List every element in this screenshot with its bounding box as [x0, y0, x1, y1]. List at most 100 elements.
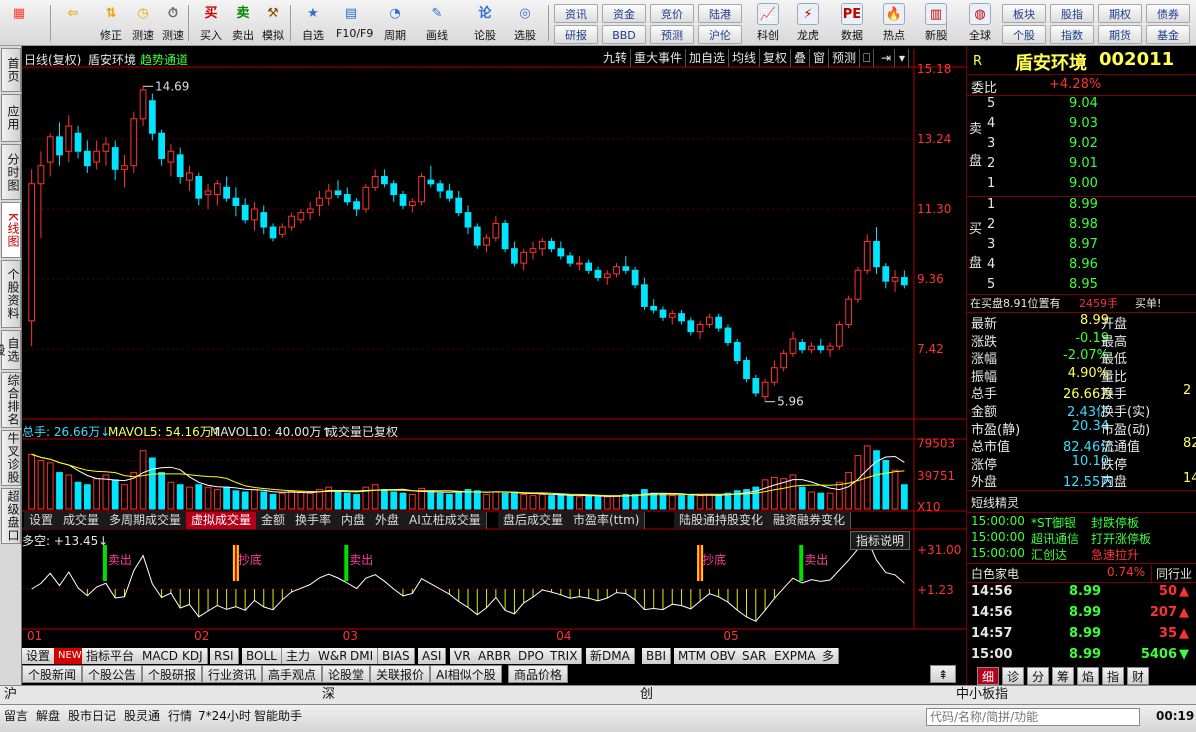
toolbar-pencil-button[interactable]: ✎ 画线: [422, 3, 452, 43]
toolbar-kechuang-button[interactable]: 📈 科创: [750, 3, 786, 43]
detail-tab-2[interactable]: 分: [1027, 667, 1049, 685]
indicator-tab-7[interactable]: 主力: [282, 648, 316, 664]
toolbar-back-arrow-button[interactable]: ⇦: [58, 3, 88, 43]
toolbar-buy-button[interactable]: 买买入: [196, 3, 226, 43]
volume-tab-6[interactable]: 内盘: [336, 512, 372, 529]
index-item-0[interactable]: 沪: [4, 686, 17, 704]
toolbar-small-button[interactable]: 债券: [1146, 4, 1190, 23]
indicator-tab-9[interactable]: DMI: [346, 648, 379, 664]
left-tab-2[interactable]: 分时图: [1, 144, 21, 200]
detail-tab-1[interactable]: 诊: [1002, 667, 1024, 685]
bottom-tab-3[interactable]: 行业资讯: [202, 665, 263, 683]
indicator-tab-21[interactable]: EXPMA: [770, 648, 821, 664]
chart-top-button-0[interactable]: 九转: [600, 49, 632, 67]
chart-top-button-6[interactable]: 窗: [810, 49, 830, 67]
toolbar-small-button[interactable]: 沪伦: [698, 25, 742, 44]
indicator-tab-19[interactable]: OBV: [706, 648, 741, 664]
indicator-tab-20[interactable]: SAR: [738, 648, 772, 664]
toolbar-hammer-button[interactable]: ⚒ 模拟: [258, 3, 288, 43]
toolbar-small-button[interactable]: 指数: [1050, 25, 1094, 44]
bottom-tab-8[interactable]: 商品价格: [508, 665, 569, 683]
lock-icon[interactable]: ⎕: [860, 49, 875, 67]
indicator-tab-0[interactable]: 设置: [22, 648, 56, 664]
toolbar-small-button[interactable]: 陆港: [698, 4, 742, 23]
status-item-3[interactable]: 股灵通: [124, 707, 160, 725]
bottom-tab-7[interactable]: AI相似个股: [430, 665, 502, 683]
indicator-help-button[interactable]: 指标说明: [850, 531, 911, 550]
indicator-tab-4[interactable]: KDJ: [178, 648, 208, 664]
toolbar-select-stock-button[interactable]: ◎ 选股: [510, 3, 540, 43]
status-item-5[interactable]: 7*24小时: [198, 707, 251, 725]
volume-tab-1[interactable]: 成交量: [58, 512, 106, 529]
indicator-tab-16[interactable]: 新DMA: [586, 648, 635, 664]
volume-tab-4[interactable]: 金额: [256, 512, 292, 529]
volume-tab-12[interactable]: 融资融券变化: [768, 512, 852, 529]
indicator-tab-6[interactable]: BOLL: [242, 648, 282, 664]
kline-chart-area[interactable]: 15.18 13.24 11.30 9.36 7.42 14.69 5.96 79503 397…: [22, 49, 966, 685]
search-input[interactable]: [926, 708, 1140, 726]
left-tab-6[interactable]: 综合排名: [1, 372, 21, 428]
indicator-tab-10[interactable]: BIAS: [378, 648, 415, 664]
indicator-tab-2[interactable]: 指标平台: [82, 648, 140, 664]
bottom-tab-4[interactable]: 高手观点: [262, 665, 323, 683]
toolbar-grid-app-button[interactable]: ▦: [4, 3, 34, 43]
collapse-up-icon[interactable]: ⇞: [930, 665, 956, 683]
toolbar-small-button[interactable]: 基金: [1146, 25, 1190, 44]
indicator-tab-22[interactable]: 多: [818, 648, 840, 664]
toolbar-small-button[interactable]: 资讯: [554, 4, 598, 23]
left-tab-8[interactable]: 超级盘口: [1, 488, 21, 544]
toolbar-discuss-button[interactable]: 论论股: [470, 3, 500, 43]
status-item-0[interactable]: 留言: [4, 707, 28, 725]
toolbar-small-button[interactable]: 资金: [602, 4, 646, 23]
indicator-tab-17[interactable]: BBI: [642, 648, 672, 664]
chart-top-button-3[interactable]: 均线: [729, 49, 761, 67]
indicator-tab-13[interactable]: ARBR: [474, 648, 517, 664]
toolbar-small-button[interactable]: 预测: [650, 25, 694, 44]
toolbar-new-stock-button[interactable]: ▥ 新股: [918, 3, 954, 43]
toolbar-small-button[interactable]: 板块: [1002, 4, 1046, 23]
toolbar-small-button[interactable]: 研报: [554, 25, 598, 44]
toolbar-hotspot-button[interactable]: 🔥 热点: [876, 3, 912, 43]
toolbar-stopwatch-button[interactable]: ⏱ 测速: [158, 3, 188, 43]
indicator-tab-12[interactable]: VR: [450, 648, 476, 664]
volume-tab-9[interactable]: 盘后成交量: [498, 512, 570, 529]
indicator-tab-5[interactable]: RSI: [210, 648, 239, 664]
dropdown-icon[interactable]: ▾: [896, 49, 910, 67]
expand-icon[interactable]: ⇥: [878, 49, 896, 67]
toolbar-f10-button[interactable]: ▤ F10/F9: [336, 3, 373, 43]
index-item-2[interactable]: 创: [640, 686, 653, 704]
indicator-tab-3[interactable]: MACD: [138, 648, 183, 664]
bottom-tab-0[interactable]: 个股新闻: [22, 665, 83, 683]
left-tab-5[interactable]: 自选股: [0, 330, 21, 370]
volume-tab-7[interactable]: 外盘: [370, 512, 406, 529]
indicator-tab-15[interactable]: TRIX: [546, 648, 583, 664]
volume-tab-5[interactable]: 换手率: [290, 512, 338, 529]
status-item-4[interactable]: 行情: [168, 707, 192, 725]
indicator-tab-11[interactable]: ASI: [418, 648, 447, 664]
left-tab-7[interactable]: 牛叉诊股: [1, 430, 21, 486]
toolbar-small-button[interactable]: 个股: [1002, 25, 1046, 44]
kline-chart-canvas[interactable]: 15.18 13.24 11.30 9.36 7.42 14.69 5.96 79503 397…: [22, 49, 966, 685]
left-tab-1[interactable]: 应用: [1, 94, 21, 142]
toolbar-small-button[interactable]: BBD: [602, 25, 646, 44]
toolbar-small-button[interactable]: 竞价: [650, 4, 694, 23]
bottom-tab-2[interactable]: 个股研报: [142, 665, 203, 683]
volume-tab-0[interactable]: 设置: [24, 512, 60, 529]
same-industry-button[interactable]: 同行业: [1151, 565, 1192, 582]
status-item-1[interactable]: 解盘: [36, 707, 60, 725]
chart-top-button-2[interactable]: 加自选: [686, 49, 730, 67]
bottom-tab-5[interactable]: 论股堂: [322, 665, 371, 683]
toolbar-small-button[interactable]: 期货: [1098, 25, 1142, 44]
toolbar-clock-button[interactable]: ◷ 测速: [128, 3, 158, 43]
volume-tab-3[interactable]: 虚拟成交量: [186, 512, 258, 529]
volume-tab-2[interactable]: 多周期成交量: [104, 512, 188, 529]
detail-tab-0[interactable]: 细: [977, 667, 999, 685]
toolbar-up-down-arrow-button[interactable]: ⇅ 修正: [96, 3, 126, 43]
detail-tab-4[interactable]: 焰: [1077, 667, 1099, 685]
status-item-2[interactable]: 股市日记: [68, 707, 116, 725]
toolbar-pe-data-button[interactable]: PE 数据: [834, 3, 870, 43]
chart-top-button-4[interactable]: 复权: [760, 49, 792, 67]
left-tab-3[interactable]: K线图: [1, 202, 21, 258]
volume-tab-11[interactable]: 陆股通持股变化: [674, 512, 770, 529]
detail-tab-3[interactable]: 筹: [1052, 667, 1074, 685]
